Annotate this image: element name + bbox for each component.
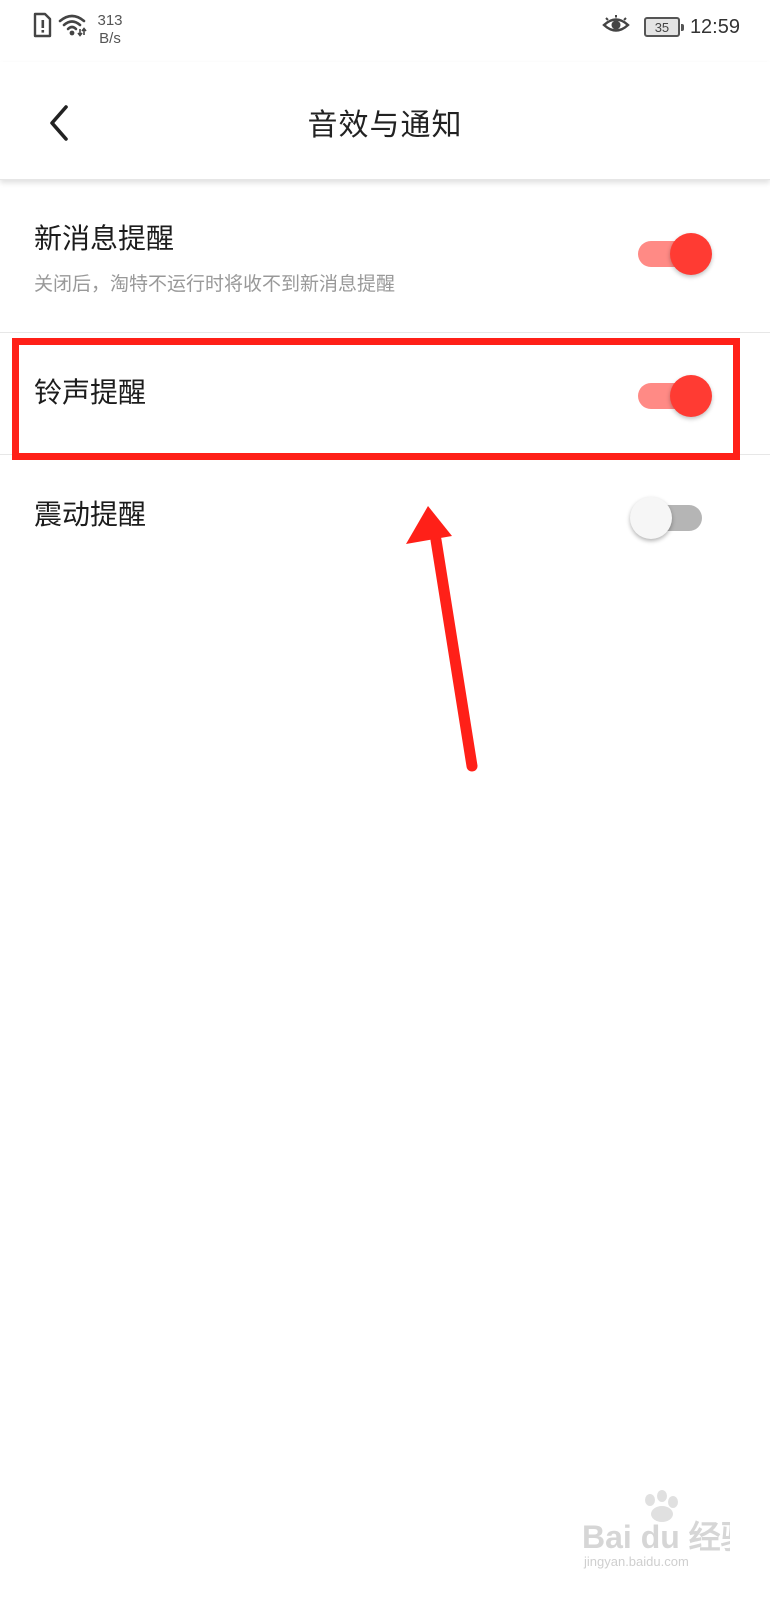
annotation-arrow bbox=[406, 506, 478, 772]
watermark: Bai du 经验 jingyan.baidu.com bbox=[580, 1490, 753, 1574]
baidu-logo: Bai du 经验 jingyan.baidu.com bbox=[582, 1490, 753, 1569]
watermark-url: jingyan.baidu.com bbox=[583, 1554, 689, 1569]
watermark-brand: Bai du 经验 bbox=[582, 1519, 730, 1555]
